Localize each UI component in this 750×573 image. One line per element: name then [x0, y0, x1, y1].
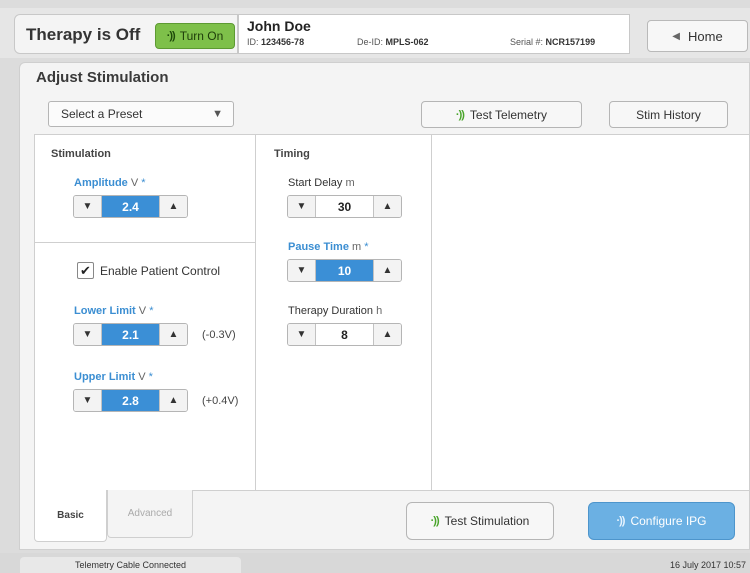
wireless-icon: ·))	[455, 108, 465, 121]
therapy-status: Therapy is Off	[26, 25, 141, 44]
wireless-icon: ·))	[430, 515, 440, 527]
enable-patient-control-label: Enable Patient Control	[100, 264, 221, 278]
test-stimulation-label: Test Stimulation	[444, 514, 530, 528]
test-stimulation-button[interactable]: ·)) Test Stimulation	[406, 502, 554, 540]
pause-time-label: Pause Time m *	[288, 241, 369, 253]
patient-deid: De-ID: MPLS-062	[357, 37, 429, 47]
timing-section-label: Timing	[274, 148, 310, 160]
enable-patient-control-checkbox[interactable]: ✔	[77, 262, 94, 279]
telemetry-status: Telemetry Cable Connected	[20, 557, 241, 573]
decrement-button[interactable]: ▼	[288, 260, 316, 281]
start-delay-value: 30	[337, 199, 352, 214]
increment-button[interactable]: ▲	[159, 390, 187, 411]
therapy-duration-stepper[interactable]: ▼ 8 ▲	[287, 323, 402, 346]
wireless-icon: ·))	[616, 515, 625, 527]
upper-limit-label: Upper Limit V *	[74, 371, 153, 383]
home-button[interactable]: ◀ Home	[647, 20, 748, 52]
upper-limit-stepper[interactable]: ▼ 2.8 ▲	[73, 389, 188, 412]
start-delay-stepper[interactable]: ▼ 30 ▲	[287, 195, 402, 218]
lower-limit-value: 2.1	[102, 324, 159, 345]
increment-button[interactable]: ▲	[373, 260, 401, 281]
page-title: Adjust Stimulation	[36, 69, 169, 86]
pause-time-value: 10	[316, 260, 373, 281]
configure-ipg-button[interactable]: ·)) Configure IPG	[588, 502, 735, 540]
wireless-icon: ·))	[166, 30, 176, 42]
increment-button[interactable]: ▲	[159, 324, 187, 345]
pause-time-stepper[interactable]: ▼ 10 ▲	[287, 259, 402, 282]
stimulation-section-label: Stimulation	[51, 148, 111, 160]
amplitude-stepper[interactable]: ▼ 2.4 ▲	[73, 195, 188, 218]
lower-limit-label: Lower Limit V *	[74, 305, 154, 317]
stim-history-label: Stim History	[636, 107, 701, 122]
amplitude-label: Amplitude V *	[74, 177, 146, 189]
patient-id: ID: 123456-78	[247, 37, 305, 47]
lower-limit-offset: (-0.3V)	[202, 329, 236, 341]
test-telemetry-button[interactable]: ·)) Test Telemetry	[421, 101, 582, 128]
increment-button[interactable]: ▲	[159, 196, 187, 217]
date-time: 16 July 2017 10:57	[669, 560, 746, 570]
preset-select[interactable]: Select a Preset ▼	[48, 101, 234, 127]
decrement-button[interactable]: ▼	[288, 196, 316, 217]
stim-history-button[interactable]: Stim History	[609, 101, 728, 128]
home-label: Home	[688, 28, 723, 44]
tab-basic[interactable]: Basic	[34, 490, 107, 542]
upper-limit-value: 2.8	[102, 390, 159, 411]
decrement-button[interactable]: ▼	[74, 390, 102, 411]
configure-ipg-label: Configure IPG	[630, 514, 707, 528]
chevron-down-icon: ▼	[212, 108, 223, 120]
decrement-button[interactable]: ▼	[74, 324, 102, 345]
increment-button[interactable]: ▲	[373, 324, 401, 345]
turn-on-label: Turn On	[179, 29, 224, 43]
tab-advanced[interactable]: Advanced	[107, 490, 193, 538]
back-arrow-icon: ◀	[672, 30, 680, 42]
test-telemetry-label: Test Telemetry	[469, 107, 548, 122]
column-divider	[255, 134, 256, 491]
therapy-duration-label: Therapy Duration h	[288, 305, 383, 317]
therapy-duration-value: 8	[341, 327, 348, 342]
column-divider	[431, 134, 432, 491]
section-divider	[34, 242, 255, 243]
lower-limit-stepper[interactable]: ▼ 2.1 ▲	[73, 323, 188, 346]
preset-select-label: Select a Preset	[61, 107, 143, 121]
decrement-button[interactable]: ▼	[288, 324, 316, 345]
amplitude-value: 2.4	[102, 196, 159, 217]
patient-name: John Doe	[247, 18, 311, 34]
start-delay-label: Start Delay m	[288, 177, 355, 189]
patient-serial: Serial #: NCR157199	[510, 37, 596, 47]
upper-limit-offset: (+0.4V)	[202, 395, 239, 407]
turn-on-button[interactable]: ·)) Turn On	[155, 23, 235, 49]
decrement-button[interactable]: ▼	[74, 196, 102, 217]
increment-button[interactable]: ▲	[373, 196, 401, 217]
